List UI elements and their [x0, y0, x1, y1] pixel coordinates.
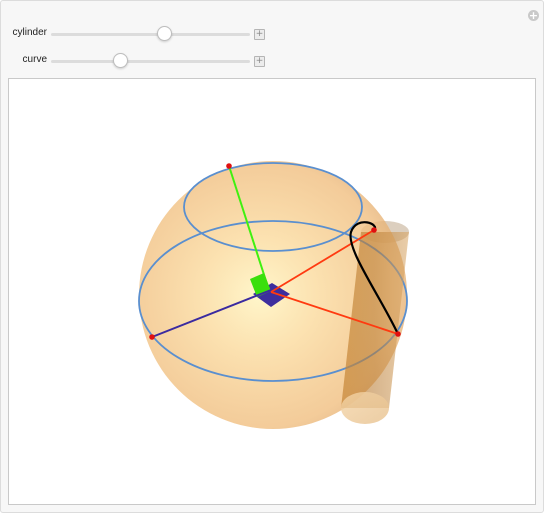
cylinder-bottom-cap: [341, 392, 389, 424]
cylinder-control: cylinder +: [1, 24, 271, 44]
cylinder-label: cylinder: [12, 27, 47, 38]
cylinder-slider-thumb[interactable]: [156, 26, 172, 41]
sphere-cylinder-scene: [138, 161, 409, 429]
point-curve-bottom: [395, 331, 401, 337]
demonstration-panel: + cylinder + curve +: [0, 0, 544, 513]
curve-control: curve +: [1, 51, 271, 71]
point-north: [226, 163, 232, 169]
plus-circle-icon[interactable]: +: [528, 10, 539, 21]
graphics-3d-view[interactable]: [8, 78, 536, 505]
point-west: [149, 334, 155, 340]
curve-label: curve: [22, 54, 47, 65]
curve-expand-plus-icon[interactable]: +: [254, 56, 265, 67]
point-curve-top: [371, 227, 377, 233]
curve-slider-track[interactable]: [51, 60, 250, 63]
cylinder-slider-track[interactable]: [51, 33, 250, 36]
curve-slider-thumb[interactable]: [113, 53, 129, 68]
cylinder-expand-plus-icon[interactable]: +: [254, 29, 265, 40]
